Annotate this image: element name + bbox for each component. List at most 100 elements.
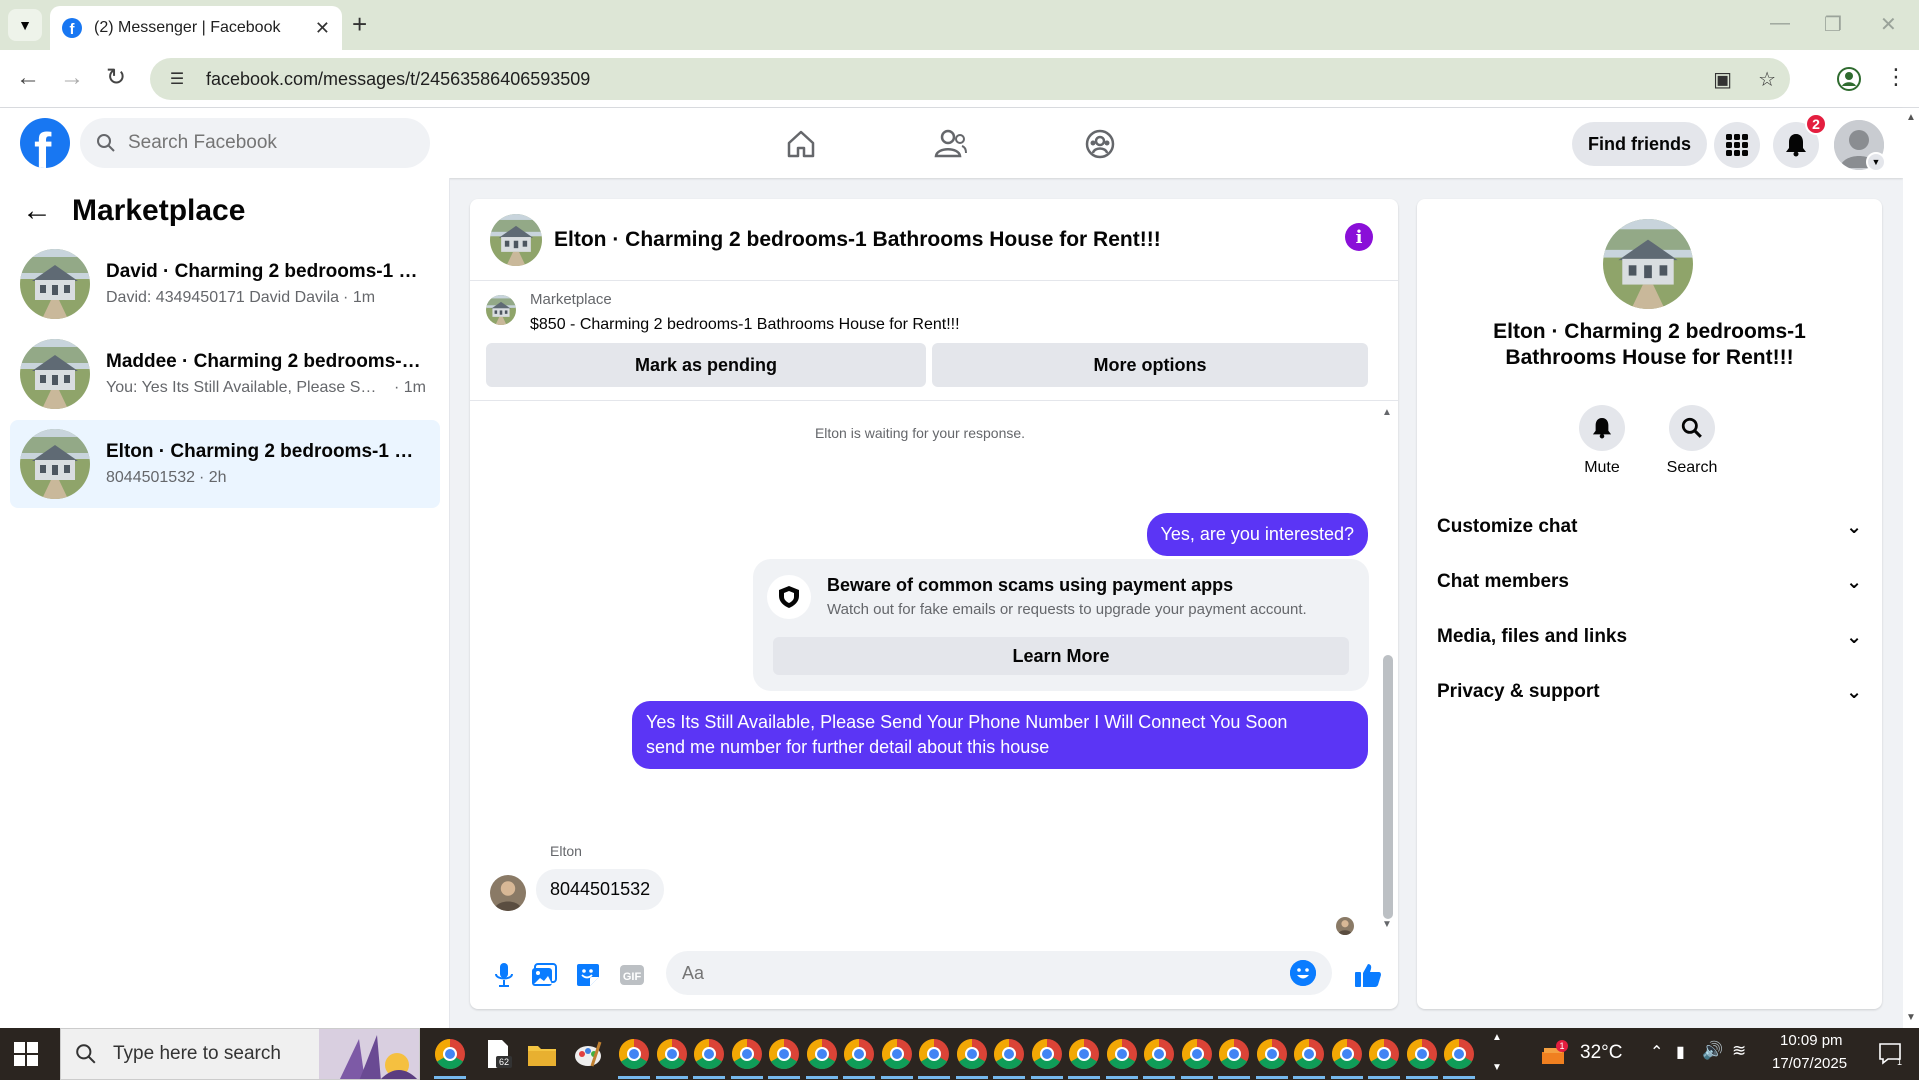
chrome-taskbar-icon[interactable] (1180, 1038, 1213, 1079)
account-chevron-icon[interactable]: ▼ (1866, 152, 1886, 172)
scroll-down-icon[interactable]: ▼ (1382, 919, 1392, 930)
message-input[interactable] (666, 951, 1332, 995)
document-taskbar-icon[interactable]: 62 (482, 1038, 514, 1070)
back-icon[interactable]: ← (16, 64, 40, 92)
page-scrollbar[interactable]: ▲ ▼ (1903, 108, 1919, 1028)
photo-icon[interactable] (530, 961, 558, 989)
address-bar[interactable]: ☰ facebook.com/messages/t/24563586406593… (150, 58, 1790, 100)
chrome-taskbar-icon[interactable] (1405, 1038, 1438, 1079)
chrome-taskbar-icon[interactable] (955, 1038, 988, 1079)
chat-members-row[interactable]: Chat members ⌄ (1437, 562, 1862, 602)
new-tab-button[interactable]: + (352, 11, 367, 37)
facebook-search-input[interactable] (128, 132, 408, 154)
scroll-up-icon[interactable]: ▲ (1382, 407, 1392, 418)
chrome-taskbar-icon[interactable] (880, 1038, 913, 1079)
chrome-taskbar-icon[interactable] (918, 1038, 950, 1079)
gif-icon[interactable]: GIF (618, 961, 646, 989)
chrome-taskbar-icon[interactable] (1443, 1038, 1475, 1079)
groups-icon[interactable] (1080, 124, 1120, 164)
facebook-search[interactable] (80, 118, 430, 168)
chrome-taskbar-icon[interactable] (1143, 1038, 1175, 1079)
facebook-logo-icon[interactable]: f (20, 118, 70, 168)
bookmark-star-icon[interactable]: ☆ (1758, 67, 1776, 92)
chrome-taskbar-icon[interactable] (993, 1038, 1025, 1079)
minimize-icon[interactable]: — (1770, 12, 1790, 35)
chat-header[interactable]: Elton · Charming 2 bedrooms-1 Bathrooms … (470, 199, 1398, 281)
taskbar-search[interactable]: Type here to search (60, 1028, 420, 1080)
file-explorer-icon[interactable] (526, 1038, 558, 1070)
volume-icon[interactable]: 🔊 (1702, 1041, 1723, 1061)
chrome-taskbar-icon[interactable] (805, 1038, 838, 1079)
site-info-icon[interactable]: ☰ (166, 68, 188, 90)
notification-center-icon[interactable]: 1 (1878, 1042, 1904, 1066)
battery-icon[interactable]: ▮ (1676, 1042, 1685, 1062)
learn-more-button[interactable]: Learn More (773, 637, 1349, 675)
chrome-taskbar-icon[interactable] (1368, 1038, 1400, 1079)
conversation-info-icon[interactable]: i (1345, 223, 1373, 251)
clock-date[interactable]: 17/07/2025 (1772, 1055, 1847, 1072)
weather-icon[interactable]: 1 (1540, 1040, 1570, 1068)
search-conversation-button[interactable]: Search (1657, 405, 1727, 477)
browser-profile-icon[interactable] (1836, 66, 1862, 92)
privacy-support-row[interactable]: Privacy & support ⌄ (1437, 672, 1862, 712)
windows-start-icon[interactable] (14, 1042, 38, 1066)
customize-chat-row[interactable]: Customize chat ⌄ (1437, 507, 1862, 547)
taskbar-scroll-down-icon[interactable]: ▼ (1492, 1062, 1502, 1073)
friends-icon[interactable] (931, 124, 971, 164)
tab-search-button[interactable]: ▼ (8, 9, 42, 41)
temperature[interactable]: 32°C (1580, 1042, 1622, 1064)
browser-tab[interactable]: f (2) Messenger | Facebook ✕ (50, 6, 342, 50)
back-arrow-icon[interactable]: ← (22, 194, 52, 228)
media-files-links-row[interactable]: Media, files and links ⌄ (1437, 617, 1862, 657)
reload-icon[interactable]: ↻ (106, 64, 126, 92)
mute-button[interactable]: Mute (1567, 405, 1637, 477)
browser-menu-icon[interactable]: ⋮ (1885, 64, 1907, 90)
outgoing-message[interactable]: Yes Its Still Available, Please Send You… (632, 701, 1368, 769)
mark-as-pending-button[interactable]: Mark as pending (486, 343, 926, 387)
chrome-taskbar-icon[interactable] (1105, 1038, 1138, 1079)
incoming-message[interactable]: 8044501532 (536, 869, 665, 910)
sticker-icon[interactable] (574, 961, 602, 989)
scroll-down-icon[interactable]: ▼ (1906, 1012, 1916, 1023)
chrome-taskbar-icon[interactable] (768, 1038, 800, 1079)
taskbar-scroll-up-icon[interactable]: ▲ (1492, 1032, 1502, 1043)
outgoing-message[interactable]: Yes, are you interested? (1146, 513, 1368, 556)
show-hidden-icons-icon[interactable]: ⌃ (1650, 1042, 1663, 1062)
window-close-icon[interactable]: ✕ (1880, 12, 1897, 37)
forward-icon[interactable]: → (60, 64, 84, 92)
listing-price[interactable]: $850 - Charming 2 bedrooms-1 Bathrooms H… (530, 316, 960, 334)
chrome-taskbar-icon[interactable] (1068, 1038, 1100, 1079)
chrome-taskbar-icon[interactable] (1330, 1038, 1363, 1079)
conversation-item[interactable]: Maddee · Charming 2 bedrooms-1... You: Y… (10, 330, 440, 418)
restore-icon[interactable]: ❐ (1824, 12, 1842, 37)
chrome-taskbar-icon[interactable] (434, 1038, 466, 1079)
chrome-taskbar-icon[interactable] (618, 1038, 650, 1079)
chrome-taskbar-icon[interactable] (1030, 1038, 1063, 1079)
scrollbar-thumb[interactable] (1383, 655, 1393, 919)
microphone-icon[interactable] (490, 961, 518, 989)
message-thread[interactable]: Elton is waiting for your response. Yes,… (470, 401, 1398, 941)
conversation-item[interactable]: David · Charming 2 bedrooms-1 B... David… (10, 240, 440, 328)
scroll-up-icon[interactable]: ▲ (1906, 112, 1916, 123)
chrome-taskbar-icon[interactable] (655, 1038, 688, 1079)
chrome-taskbar-icon[interactable] (1255, 1038, 1288, 1079)
chat-scrollbar[interactable]: ▲ ▼ (1380, 407, 1394, 937)
home-icon[interactable] (781, 124, 821, 164)
chrome-taskbar-icon[interactable] (730, 1038, 763, 1079)
listing-profile-photo[interactable] (1603, 219, 1693, 309)
apps-menu-button[interactable] (1714, 122, 1760, 168)
chrome-taskbar-icon[interactable] (1293, 1038, 1325, 1079)
chrome-taskbar-icon[interactable] (693, 1038, 725, 1079)
sender-avatar[interactable] (490, 875, 526, 911)
emoji-icon[interactable] (1290, 960, 1316, 986)
chrome-taskbar-icon[interactable] (843, 1038, 875, 1079)
paint-app-icon[interactable] (572, 1038, 604, 1070)
more-options-button[interactable]: More options (932, 343, 1368, 387)
chrome-taskbar-icon[interactable] (1218, 1038, 1250, 1079)
thumbs-up-icon[interactable] (1354, 961, 1382, 989)
wifi-icon[interactable]: ≋ (1732, 1041, 1746, 1061)
install-app-icon[interactable]: ▣ (1713, 67, 1732, 92)
conversation-item-active[interactable]: Elton · Charming 2 bedrooms-1 Ba... 8044… (10, 420, 440, 508)
clock-time[interactable]: 10:09 pm (1780, 1032, 1843, 1049)
close-tab-icon[interactable]: ✕ (315, 18, 330, 39)
